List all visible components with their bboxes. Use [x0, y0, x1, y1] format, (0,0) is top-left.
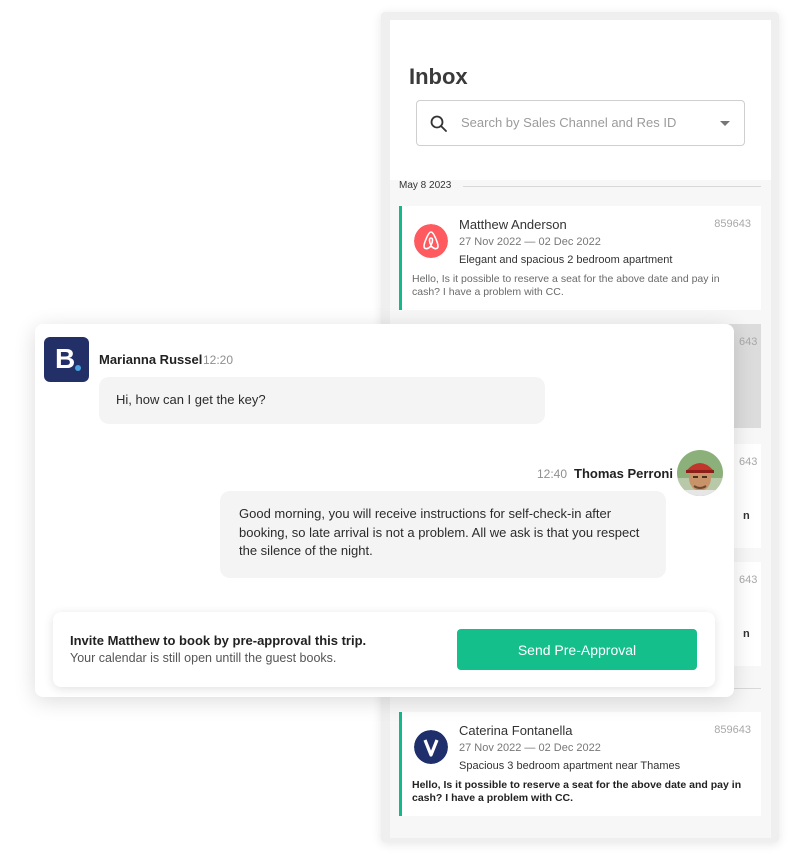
sender-name: Marianna Russel	[99, 352, 203, 367]
booking-icon: B	[44, 337, 89, 382]
reservation-id: 859643	[714, 218, 751, 230]
vrbo-icon	[414, 730, 448, 764]
pre-approval-title: Invite Matthew to book by pre-approval t…	[70, 633, 367, 648]
send-pre-approval-button[interactable]: Send Pre-Approval	[457, 629, 697, 670]
pre-approval-banner: Invite Matthew to book by pre-approval t…	[53, 612, 715, 687]
chat-panel: B Marianna Russel 12:20 Hi, how can I ge…	[35, 324, 734, 697]
message-preview: Hello, Is it possible to reserve a seat …	[412, 273, 720, 298]
booking-logo-letter: B	[55, 343, 76, 374]
chevron-down-icon[interactable]	[720, 121, 730, 126]
listing-title: Elegant and spacious 2 bedroom apartment	[459, 254, 673, 266]
reservation-id: 643	[739, 574, 758, 586]
message-bubble-outgoing: Good morning, you will receive instructi…	[220, 491, 666, 578]
guest-name: Caterina Fontanella	[459, 723, 573, 738]
avatar	[677, 450, 723, 496]
search-icon	[430, 115, 447, 132]
listing-title: n	[743, 628, 750, 640]
conversation-card[interactable]: Matthew Anderson 859643 27 Nov 2022 — 02…	[399, 206, 761, 310]
listing-title: n	[743, 510, 750, 522]
booking-logo-dot	[75, 365, 81, 371]
date-group-header: May 8 2023	[399, 180, 761, 194]
message-bubble-incoming: Hi, how can I get the key?	[99, 377, 545, 424]
listing-title: Spacious 3 bedroom apartment near Thames	[459, 760, 681, 772]
stay-dates: 27 Nov 2022 — 02 Dec 2022	[459, 236, 601, 248]
stay-dates: 27 Nov 2022 — 02 Dec 2022	[459, 742, 601, 754]
reservation-id: 643	[739, 456, 758, 468]
message-preview: Hello, Is it possible to reserve a seat …	[412, 779, 742, 804]
date-group-label: May 8 2023	[399, 180, 460, 191]
message-time: 12:40	[537, 467, 568, 481]
guest-name: Matthew Anderson	[459, 217, 567, 232]
pre-approval-subtitle: Your calendar is still open untill the g…	[70, 651, 337, 665]
reservation-id: 859643	[714, 724, 751, 736]
inbox-title: Inbox	[409, 64, 468, 89]
reservation-id: 643	[739, 336, 758, 348]
inbox-header: Inbox	[390, 20, 771, 180]
search-input[interactable]	[461, 115, 711, 130]
search-box[interactable]	[416, 100, 745, 146]
conversation-card[interactable]: Caterina Fontanella 859643 27 Nov 2022 —…	[399, 712, 761, 816]
divider	[463, 186, 761, 187]
message-time: 12:20	[203, 353, 234, 367]
airbnb-icon	[414, 224, 448, 258]
sender-name: Thomas Perroni	[574, 466, 673, 481]
